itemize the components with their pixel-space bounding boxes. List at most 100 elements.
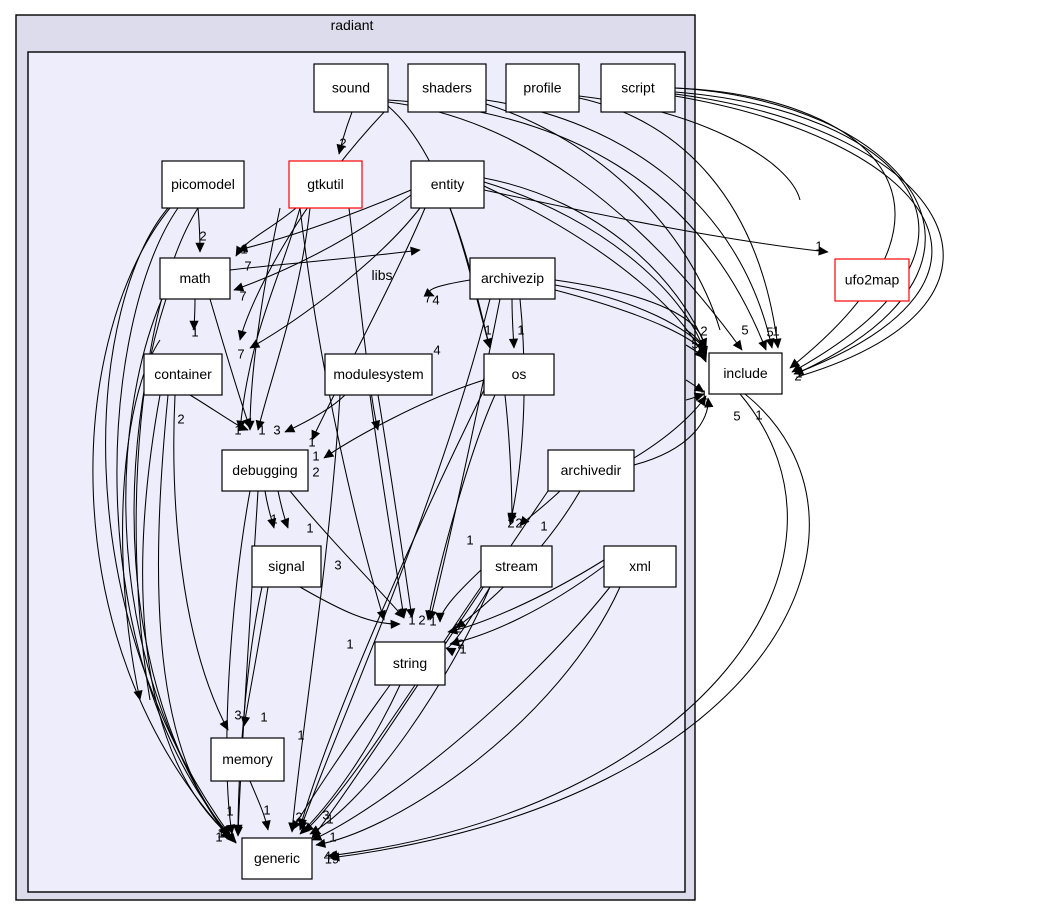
edge-label: 2 xyxy=(312,464,319,479)
node-label-string: string xyxy=(393,655,427,671)
node-entity[interactable]: entity xyxy=(410,160,485,209)
node-label-profile: profile xyxy=(523,80,561,96)
edge-label: 4 xyxy=(433,342,440,357)
node-label-os: os xyxy=(512,366,527,382)
node-string[interactable]: string xyxy=(374,641,446,686)
node-label-memory: memory xyxy=(222,751,273,767)
edge-label: 1 xyxy=(466,532,473,547)
cluster-label-libs: libs xyxy=(371,267,392,283)
node-label-ufo2map: ufo2map xyxy=(845,272,900,288)
edge-arrowhead xyxy=(732,339,743,351)
edge-5 xyxy=(674,87,896,369)
node-label-container: container xyxy=(154,366,212,382)
edge-label: 5 xyxy=(691,336,698,351)
edge-label: 2 xyxy=(199,228,206,243)
diagram-canvas: radiant libs sound shaders profile script pic… xyxy=(0,0,1053,917)
edge-label: 3 xyxy=(234,707,241,722)
edge-label: 1 xyxy=(408,612,415,627)
edge-label: 1 xyxy=(297,727,304,742)
edge-label: 1 xyxy=(459,641,466,656)
node-label-shaders: shaders xyxy=(422,80,472,96)
node-archivezip[interactable]: archivezip xyxy=(469,257,556,300)
node-script[interactable]: script xyxy=(600,63,676,113)
edge-label: 1 xyxy=(326,811,333,826)
edge-label: 1 xyxy=(540,518,547,533)
node-picomodel[interactable]: picomodel xyxy=(161,160,245,209)
node-os[interactable]: os xyxy=(483,353,555,396)
node-label-signal: signal xyxy=(268,558,305,574)
edge-label: 2 xyxy=(295,809,302,824)
node-profile[interactable]: profile xyxy=(505,63,580,113)
edge-label: 1 xyxy=(429,613,436,628)
edge-label: 7 xyxy=(244,258,251,273)
edge-label: 2 xyxy=(700,323,707,338)
node-label-entity: entity xyxy=(431,176,464,192)
edge-label: 1 xyxy=(312,448,319,463)
edge-label: 4 xyxy=(432,292,439,307)
edge-label: 1 xyxy=(215,829,222,844)
edge-label: 3 xyxy=(334,557,341,572)
edge-label: 7 xyxy=(237,346,244,361)
edge-label: 1 xyxy=(517,322,524,337)
node-modulesystem[interactable]: modulesystem xyxy=(324,353,433,396)
edge-label: 1 xyxy=(346,636,353,651)
edge-label: 1 xyxy=(240,241,247,256)
edge-label: 1 xyxy=(815,238,822,253)
node-label-archivezip: archivezip xyxy=(481,270,544,286)
node-stream[interactable]: stream xyxy=(480,545,553,588)
node-label-include: include xyxy=(723,365,768,381)
edge-label: 2 xyxy=(418,612,425,627)
node-include[interactable]: include xyxy=(708,352,783,395)
edge-7 xyxy=(674,95,933,375)
edge-label: 2 xyxy=(339,135,346,150)
edge-plain-1 xyxy=(674,93,944,377)
edge-label: 1 xyxy=(795,365,802,380)
node-label-modulesystem: modulesystem xyxy=(333,366,423,382)
edge-label: 2 xyxy=(507,515,514,530)
node-debugging[interactable]: debugging xyxy=(221,449,309,492)
cluster-label-radiant: radiant xyxy=(331,17,374,33)
node-label-picomodel: picomodel xyxy=(171,176,235,192)
node-gtkutil[interactable]: gtkutil xyxy=(288,160,363,209)
edge-label: 1 xyxy=(258,422,265,437)
edge-label: 1 xyxy=(226,803,233,818)
node-xml[interactable]: xml xyxy=(603,545,677,588)
edge-arrowhead xyxy=(758,339,767,351)
edge-label: 1 xyxy=(263,802,270,817)
edge-label: 1 xyxy=(755,407,762,422)
edge-label: 19 xyxy=(325,851,339,866)
edge-label: 1 xyxy=(306,520,313,535)
node-ufo2map[interactable]: ufo2map xyxy=(834,258,910,302)
node-sound[interactable]: sound xyxy=(313,63,389,113)
edge-arrowhead xyxy=(772,338,782,349)
edge-label: 1 xyxy=(191,324,198,339)
node-label-archivedir: archivedir xyxy=(561,462,622,478)
node-generic[interactable]: generic xyxy=(241,837,313,880)
node-label-generic: generic xyxy=(254,850,300,866)
node-label-script: script xyxy=(621,80,655,96)
edge-label: 1 xyxy=(234,422,241,437)
edge-label: 3 xyxy=(273,422,280,437)
edge-label: 1 xyxy=(484,322,491,337)
edge-label: 7 xyxy=(239,288,246,303)
node-label-sound: sound xyxy=(332,80,370,96)
node-shaders[interactable]: shaders xyxy=(407,63,487,113)
edge-label: 2 xyxy=(515,515,522,530)
node-label-gtkutil: gtkutil xyxy=(307,176,344,192)
edge-label: 1 xyxy=(308,434,315,449)
edge-label: 5 xyxy=(741,322,748,337)
edge-label: 1 xyxy=(700,387,707,402)
edge-label: 7 xyxy=(424,290,431,305)
node-memory[interactable]: memory xyxy=(210,737,285,782)
node-container[interactable]: container xyxy=(143,353,223,396)
node-label-stream: stream xyxy=(495,558,538,574)
node-archivedir[interactable]: archivedir xyxy=(547,449,635,492)
edge-label: 1 xyxy=(329,829,336,844)
edge-label: 2 xyxy=(177,411,184,426)
node-label-debugging: debugging xyxy=(232,462,297,478)
edge-6 xyxy=(674,91,920,373)
node-signal[interactable]: signal xyxy=(251,545,322,588)
dependency-graph: radiant libs sound shaders profile script pic… xyxy=(15,14,944,901)
node-math[interactable]: math xyxy=(159,257,231,300)
edge-label: 5 xyxy=(733,408,740,423)
